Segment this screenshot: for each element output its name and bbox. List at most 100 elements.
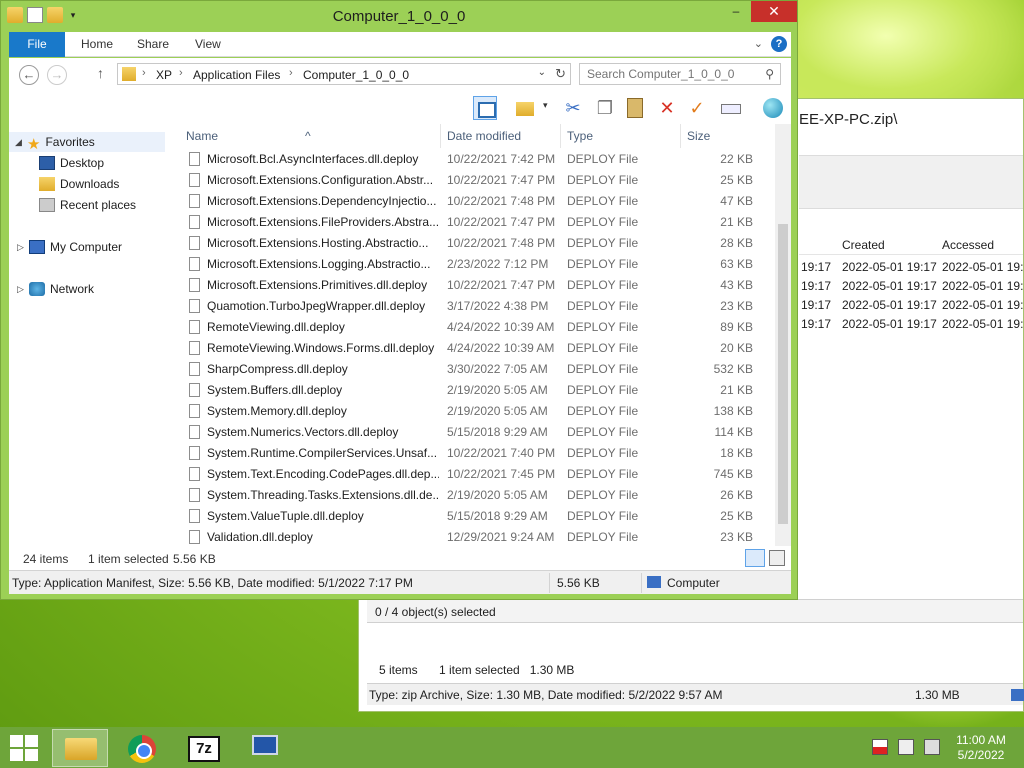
back-items-count: 5 items: [379, 663, 418, 677]
taskbar-clock[interactable]: 11:00 AM 5/2/2022: [950, 733, 1012, 763]
column-header-type[interactable]: Type: [567, 129, 593, 143]
back-table-row[interactable]: 19:17 2022-05-01 19:17 2022-05-01 19:1: [799, 315, 1024, 334]
column-header-name[interactable]: Name: [186, 129, 218, 143]
help-icon[interactable]: ?: [771, 36, 787, 52]
column-divider[interactable]: [680, 124, 681, 148]
column-divider[interactable]: [560, 124, 561, 148]
column-divider[interactable]: [440, 124, 441, 148]
table-row[interactable]: System.Runtime.CompilerServices.Unsaf...…: [175, 442, 775, 463]
expand-ribbon-icon[interactable]: ⌄: [754, 37, 763, 50]
windows-start-icon[interactable]: [10, 735, 38, 761]
search-input[interactable]: [580, 64, 756, 84]
column-header-size[interactable]: Size: [687, 129, 710, 143]
rename-icon[interactable]: [719, 96, 743, 120]
tab-home[interactable]: Home: [67, 32, 127, 57]
search-icon[interactable]: ⚲: [765, 67, 774, 81]
address-bar[interactable]: › XP › Application Files › Computer_1_0_…: [117, 63, 571, 85]
scrollbar-thumb[interactable]: [778, 224, 788, 524]
refresh-icon[interactable]: ↻: [555, 66, 566, 82]
taskbar-file-explorer[interactable]: [52, 729, 108, 767]
table-row[interactable]: System.Numerics.Vectors.dll.deploy 5/15/2…: [175, 421, 775, 442]
vertical-scrollbar[interactable]: [775, 124, 791, 546]
up-arrow-icon[interactable]: ↑: [97, 65, 104, 81]
back-window-toolbar: [799, 155, 1023, 209]
table-row[interactable]: Microsoft.Extensions.DependencyInjectio.…: [175, 190, 775, 211]
table-row[interactable]: Microsoft.Bcl.AsyncInterfaces.dll.deploy…: [175, 148, 775, 169]
volume-muted-icon[interactable]: [924, 739, 940, 755]
back-table-row[interactable]: 19:17 2022-05-01 19:17 2022-05-01 19:1: [799, 296, 1024, 315]
table-row[interactable]: Microsoft.Extensions.Logging.Abstractio.…: [175, 253, 775, 274]
title-bar[interactable]: ▾ Computer_1_0_0_0 – □ ✕: [1, 1, 797, 31]
network-tray-icon[interactable]: [898, 739, 914, 755]
status-bar: Type: Application Manifest, Size: 5.56 K…: [9, 570, 791, 594]
close-button[interactable]: ✕: [751, 1, 797, 22]
table-row[interactable]: Microsoft.Extensions.Primitives.dll.depl…: [175, 274, 775, 295]
column-header-date[interactable]: Date modified: [447, 129, 521, 143]
expand-arrow-icon[interactable]: ▷: [17, 284, 29, 295]
table-row[interactable]: Microsoft.Extensions.Hosting.Abstractio.…: [175, 232, 775, 253]
new-folder-icon[interactable]: [513, 96, 537, 120]
back-col-accessed[interactable]: Accessed: [942, 238, 994, 252]
command-toolbar: ▾ ✂ ❐ ✕ ✓: [9, 92, 791, 124]
file-size: 20 KB: [720, 341, 753, 355]
nav-item-my-computer[interactable]: ▷ My Computer: [17, 237, 122, 257]
back-arrow-icon[interactable]: ←: [19, 65, 39, 85]
breadcrumb-separator[interactable]: ›: [179, 67, 183, 79]
file-list[interactable]: ^ Name Date modified Type Size Microsoft…: [175, 124, 775, 546]
delete-icon[interactable]: ✕: [655, 96, 679, 120]
back-window-title: EE-XP-PC.zip\: [799, 111, 898, 128]
tab-share[interactable]: Share: [123, 32, 183, 57]
details-view-icon[interactable]: [745, 549, 765, 567]
table-row[interactable]: SharpCompress.dll.deploy 3/30/2022 7:05 A…: [175, 358, 775, 379]
breadcrumb-computer[interactable]: Computer_1_0_0_0: [303, 68, 409, 82]
action-center-flag-icon[interactable]: [872, 739, 888, 755]
cut-icon[interactable]: ✂: [561, 96, 585, 120]
tab-view[interactable]: View: [181, 32, 235, 57]
table-row[interactable]: Microsoft.Extensions.Configuration.Abstr…: [175, 169, 775, 190]
taskbar-chrome[interactable]: [114, 729, 170, 767]
check-icon[interactable]: ✓: [685, 96, 709, 120]
nav-item-network[interactable]: ▷ Network: [17, 279, 94, 299]
expand-arrow-icon[interactable]: ◢: [15, 137, 27, 148]
table-row[interactable]: Quamotion.TurboJpegWrapper.dll.deploy 3/1…: [175, 295, 775, 316]
paste-icon[interactable]: [623, 96, 647, 120]
nav-item-desktop[interactable]: Desktop: [39, 153, 104, 173]
preview-pane-icon[interactable]: [473, 96, 497, 120]
breadcrumb-xp[interactable]: XP: [156, 68, 172, 82]
table-row[interactable]: System.Buffers.dll.deploy 2/19/2020 5:05 …: [175, 379, 775, 400]
chevron-down-icon[interactable]: ⌄: [538, 67, 546, 78]
nav-item-favorites[interactable]: ◢ ★ Favorites: [9, 132, 165, 153]
selected-count: 1 item selected: [88, 552, 169, 566]
file-name: System.Buffers.dll.deploy: [207, 383, 343, 397]
nav-item-recent-places[interactable]: Recent places: [39, 195, 136, 215]
nav-item-downloads[interactable]: Downloads: [39, 174, 119, 194]
table-row[interactable]: System.ValueTuple.dll.deploy 5/15/2018 9:…: [175, 505, 775, 526]
search-box[interactable]: ⚲: [579, 63, 781, 85]
tab-file[interactable]: File: [9, 32, 65, 57]
table-row[interactable]: RemoteViewing.dll.deploy 4/24/2022 10:39 …: [175, 316, 775, 337]
chevron-down-icon[interactable]: ▾: [543, 100, 548, 111]
breadcrumb-separator[interactable]: ›: [142, 67, 146, 79]
table-row[interactable]: Validation.dll.deploy 12/29/2021 9:24 AM D…: [175, 526, 775, 547]
taskbar-7zip[interactable]: 7z: [176, 729, 232, 767]
taskbar-remote-desktop[interactable]: [238, 729, 294, 767]
back-col-created[interactable]: Created: [842, 238, 885, 252]
file-type: DEPLOY File: [567, 215, 639, 229]
large-icons-view-icon[interactable]: [769, 550, 785, 566]
file-type: DEPLOY File: [567, 320, 639, 334]
forward-arrow-icon[interactable]: →: [47, 65, 67, 85]
breadcrumb-application-files[interactable]: Application Files: [193, 68, 280, 82]
table-row[interactable]: System.Threading.Tasks.Extensions.dll.de…: [175, 484, 775, 505]
back-table-row[interactable]: 19:17 2022-05-01 19:17 2022-05-01 19:1: [799, 258, 1024, 277]
explorer-window[interactable]: ▾ Computer_1_0_0_0 – □ ✕ File Home Share…: [0, 0, 798, 600]
table-row[interactable]: RemoteViewing.Windows.Forms.dll.deploy 4/…: [175, 337, 775, 358]
table-row[interactable]: System.Memory.dll.deploy 2/19/2020 5:05 A…: [175, 400, 775, 421]
copy-icon[interactable]: ❐: [593, 96, 617, 120]
table-row[interactable]: Microsoft.Extensions.FileProviders.Abstr…: [175, 211, 775, 232]
globe-icon[interactable]: [761, 96, 785, 120]
expand-arrow-icon[interactable]: ▷: [17, 242, 29, 253]
back-table-row[interactable]: 19:17 2022-05-01 19:17 2022-05-01 19:1: [799, 277, 1024, 296]
breadcrumb-separator[interactable]: ›: [289, 67, 293, 79]
minimize-button[interactable]: –: [723, 1, 749, 22]
table-row[interactable]: System.Text.Encoding.CodePages.dll.dep..…: [175, 463, 775, 484]
